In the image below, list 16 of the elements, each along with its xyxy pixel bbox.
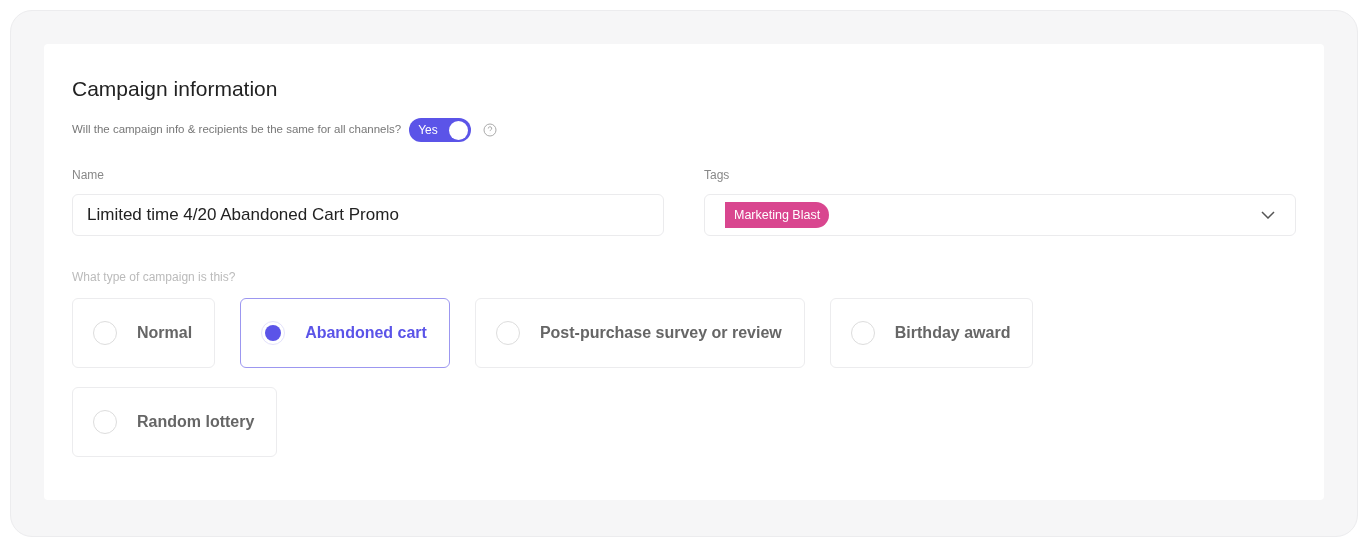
question-text: Will the campaign info & recipients be the same for all channels? xyxy=(72,122,402,138)
tags-select[interactable]: Marketing Blast xyxy=(704,194,1296,236)
help-icon[interactable] xyxy=(483,123,498,137)
radio-option[interactable]: Post-purchase survey or review xyxy=(474,298,805,368)
tag-chip[interactable]: Marketing Blast xyxy=(725,201,830,229)
chevron-down-icon xyxy=(1261,211,1275,219)
name-input[interactable]: Limited time 4/20 Abandoned Cart Promo xyxy=(72,194,664,236)
radio-option[interactable]: Normal xyxy=(72,298,216,368)
radio-option[interactable]: Birthday award xyxy=(829,298,1034,368)
toggle-switch[interactable]: Yes xyxy=(409,118,472,142)
field-label: What type of campaign is this? xyxy=(72,269,237,286)
radio-option[interactable]: Random lottery xyxy=(72,387,278,457)
radio-option[interactable]: Abandoned cart xyxy=(240,298,450,368)
field-label: Name xyxy=(72,167,105,184)
field-label: Tags xyxy=(704,167,731,184)
section-title: Campaign information xyxy=(72,76,279,102)
